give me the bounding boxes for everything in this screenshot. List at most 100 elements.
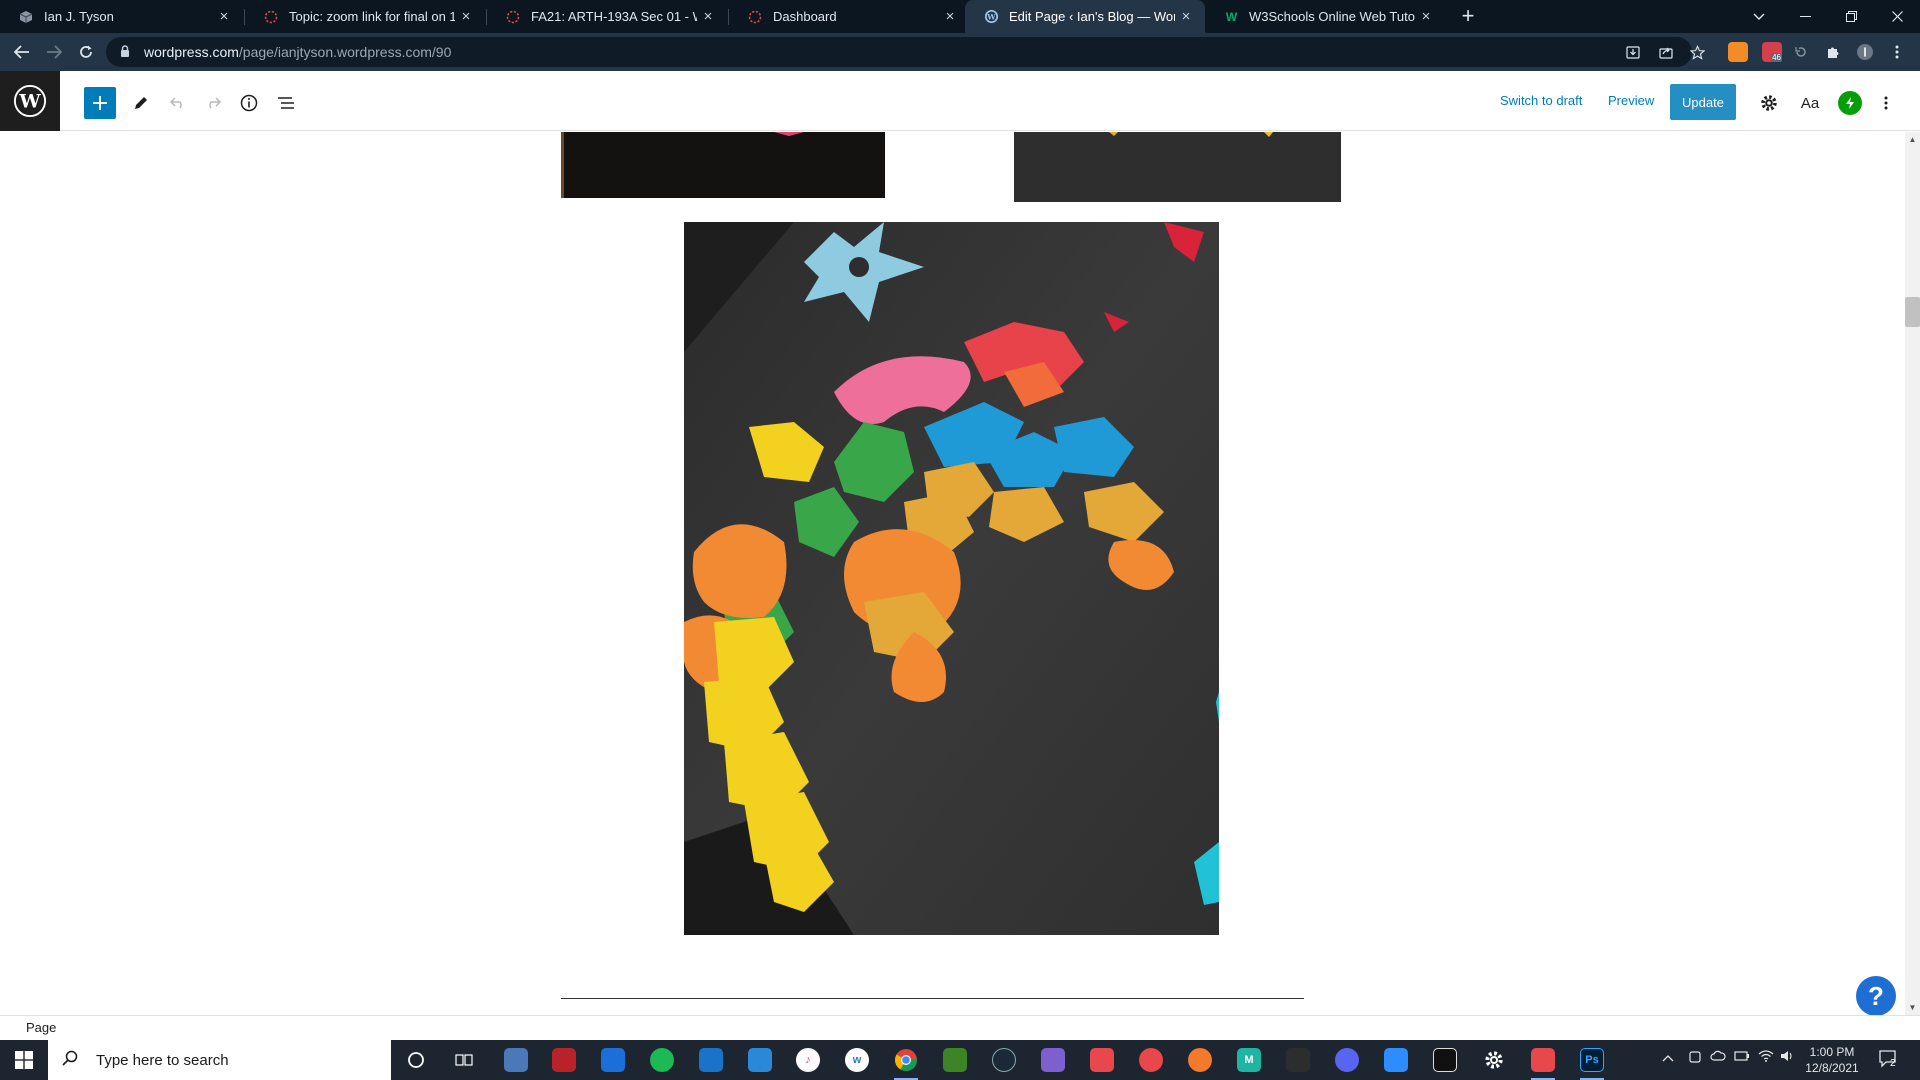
scroll-up-icon[interactable]: ▲ bbox=[1905, 132, 1920, 147]
scroll-down-icon[interactable]: ▼ bbox=[1905, 1000, 1920, 1015]
volume-icon[interactable] bbox=[1780, 1050, 1794, 1065]
separator-block[interactable] bbox=[561, 998, 1304, 999]
taskbar-app-m[interactable]: M bbox=[1231, 1044, 1267, 1076]
bookmark-star-icon[interactable] bbox=[1686, 41, 1708, 63]
close-tab-icon[interactable]: × bbox=[1415, 8, 1437, 25]
reload-button[interactable] bbox=[72, 38, 100, 66]
notifications-button[interactable]: 2 bbox=[1878, 1048, 1900, 1073]
image-block[interactable] bbox=[561, 132, 885, 198]
app-icon bbox=[1139, 1048, 1163, 1072]
taskbar-app-unity[interactable] bbox=[1280, 1044, 1316, 1076]
device-icon[interactable] bbox=[1688, 1050, 1702, 1067]
wifi-icon[interactable] bbox=[1758, 1050, 1774, 1065]
preview-button[interactable]: Preview bbox=[1608, 93, 1654, 108]
extension-2-icon[interactable]: 46 bbox=[1762, 42, 1782, 62]
details-button[interactable] bbox=[233, 87, 265, 119]
breadcrumb-item-page[interactable]: Page bbox=[26, 1020, 56, 1035]
close-icon bbox=[1891, 11, 1903, 22]
scrollbar-thumb[interactable] bbox=[1905, 297, 1920, 327]
minimize-button[interactable] bbox=[1782, 0, 1828, 33]
close-tab-icon[interactable]: × bbox=[697, 8, 719, 25]
taskbar-app-blender[interactable] bbox=[1182, 1044, 1218, 1076]
tools-edit-button[interactable] bbox=[125, 87, 157, 119]
tab-zoom-link-topic[interactable]: Topic: zoom link for final on 12/9 × bbox=[245, 0, 485, 33]
taskbar-app-mail[interactable] bbox=[693, 1044, 729, 1076]
forward-button[interactable] bbox=[40, 38, 68, 66]
install-app-icon[interactable] bbox=[1622, 41, 1644, 63]
tab-title: FA21: ARTH-193A Sec 01 - World bbox=[531, 9, 697, 24]
battery-icon[interactable] bbox=[1734, 1050, 1750, 1065]
taskbar-app-word-web[interactable]: w bbox=[839, 1044, 875, 1076]
search-placeholder: Type here to search bbox=[96, 1051, 229, 1069]
taskbar-app-settings[interactable] bbox=[1476, 1044, 1512, 1076]
task-view-button[interactable] bbox=[446, 1044, 482, 1076]
taskbar-search-box[interactable]: Type here to search bbox=[48, 1040, 391, 1080]
close-tab-icon[interactable]: × bbox=[1175, 8, 1197, 25]
browser-menu-icon[interactable] bbox=[1886, 41, 1908, 63]
taskbar-app-spotify[interactable] bbox=[644, 1044, 680, 1076]
taskbar-app-chrome[interactable] bbox=[888, 1044, 924, 1080]
block-inserter-button[interactable] bbox=[84, 87, 116, 119]
tab-dashboard[interactable]: Dashboard × bbox=[729, 0, 969, 33]
tab-w3schools[interactable]: W W3Schools Online Web Tutorials × bbox=[1205, 0, 1445, 33]
history-icon[interactable] bbox=[1790, 41, 1812, 63]
update-button[interactable]: Update bbox=[1670, 84, 1736, 120]
svg-text:W: W bbox=[18, 91, 41, 113]
image-block-paper-tessellation[interactable] bbox=[684, 222, 1219, 935]
taskbar-app-8[interactable] bbox=[1133, 1044, 1169, 1076]
tab-ian-tyson[interactable]: Ian J. Tyson × bbox=[0, 0, 243, 33]
taskbar-app-steam[interactable] bbox=[986, 1044, 1022, 1076]
extension-1-icon[interactable] bbox=[1728, 42, 1748, 62]
new-tab-button[interactable]: + bbox=[1455, 4, 1481, 30]
taskbar-app-3[interactable] bbox=[595, 1044, 631, 1076]
close-tab-icon[interactable]: × bbox=[939, 8, 961, 25]
taskbar-app-paint[interactable] bbox=[1035, 1044, 1071, 1076]
help-button[interactable]: ? bbox=[1856, 976, 1896, 1016]
options-menu-button[interactable] bbox=[1870, 87, 1902, 119]
settings-button[interactable] bbox=[1753, 87, 1785, 119]
taskbar-app-zoom[interactable] bbox=[1378, 1044, 1414, 1076]
taskbar-app-minecraft[interactable] bbox=[937, 1044, 973, 1076]
close-window-button[interactable] bbox=[1874, 0, 1920, 33]
tray-overflow-icon[interactable] bbox=[1662, 1050, 1674, 1065]
close-tab-icon[interactable]: × bbox=[455, 8, 477, 25]
list-view-button[interactable] bbox=[270, 87, 302, 119]
editor-scrollbar[interactable] bbox=[1905, 132, 1920, 1015]
onedrive-cloud-icon[interactable] bbox=[1710, 1050, 1726, 1065]
redo-button[interactable] bbox=[197, 87, 229, 119]
svg-text:W: W bbox=[1225, 10, 1237, 24]
taskbar-app-creative-cloud[interactable] bbox=[1084, 1044, 1120, 1076]
typography-button[interactable]: Aa bbox=[1794, 87, 1826, 119]
taskbar-app-photoshop[interactable]: Ps bbox=[1574, 1044, 1610, 1080]
profile-avatar[interactable] bbox=[1854, 41, 1876, 63]
image-block[interactable] bbox=[1014, 132, 1341, 202]
address-bar[interactable]: wordpress.com /page/ianjtyson.wordpress.… bbox=[106, 37, 1692, 67]
taskbar-app-discord[interactable] bbox=[1329, 1044, 1365, 1076]
taskbar-app-creative-cloud-2[interactable] bbox=[1525, 1044, 1561, 1080]
close-tab-icon[interactable]: × bbox=[213, 8, 235, 25]
cortana-button[interactable] bbox=[398, 1044, 434, 1076]
taskbar-app-epic-games[interactable] bbox=[1427, 1044, 1463, 1076]
restore-button[interactable] bbox=[1828, 0, 1874, 33]
undo-button[interactable] bbox=[162, 87, 194, 119]
jetpack-button[interactable] bbox=[1838, 91, 1862, 115]
share-icon[interactable] bbox=[1655, 41, 1677, 63]
tab-arth-193a[interactable]: FA21: ARTH-193A Sec 01 - World × bbox=[487, 0, 727, 33]
back-button[interactable] bbox=[8, 38, 36, 66]
itunes-icon: ♪ bbox=[796, 1048, 820, 1072]
taskbar-app-itunes[interactable]: ♪ bbox=[790, 1044, 826, 1076]
tab-title: W3Schools Online Web Tutorials bbox=[1249, 9, 1415, 24]
tab-search-button[interactable] bbox=[1736, 0, 1782, 33]
taskbar-app-calculator[interactable] bbox=[742, 1044, 778, 1076]
taskbar-clock[interactable]: 1:00 PM 12/8/2021 bbox=[1800, 1044, 1864, 1076]
extensions-puzzle-icon[interactable] bbox=[1822, 41, 1844, 63]
taskbar-app-1[interactable] bbox=[498, 1044, 534, 1076]
tab-edit-page-wordpress[interactable]: W Edit Page ‹ Ian's Blog — WordPress × bbox=[965, 0, 1205, 33]
tab-title: Dashboard bbox=[773, 9, 837, 24]
switch-to-draft-button[interactable]: Switch to draft bbox=[1500, 93, 1582, 108]
wordpress-logo-button[interactable]: W bbox=[0, 71, 60, 131]
editor-canvas[interactable] bbox=[0, 132, 1905, 1015]
start-button[interactable] bbox=[0, 1040, 48, 1080]
windows-logo-icon bbox=[15, 1051, 33, 1069]
taskbar-app-2[interactable] bbox=[546, 1044, 582, 1076]
